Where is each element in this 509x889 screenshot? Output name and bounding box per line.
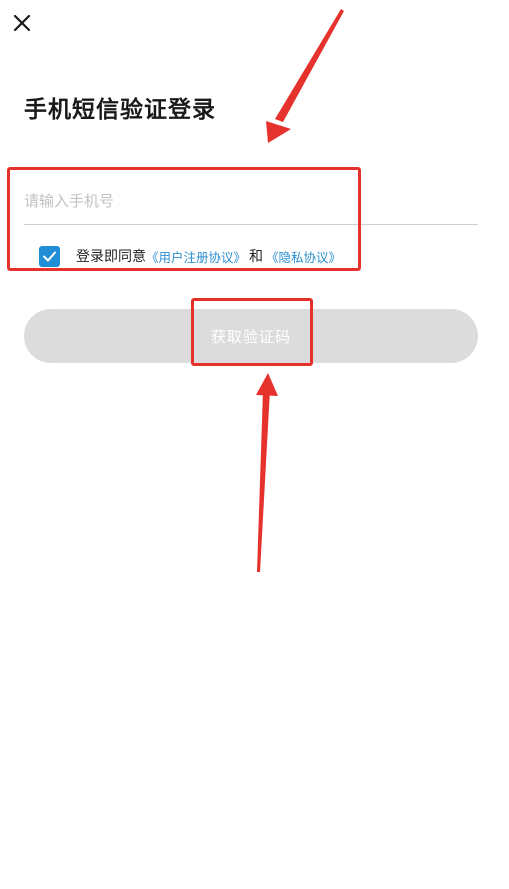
privacy-agreement-link[interactable]: 《隐私协议》 — [266, 247, 341, 266]
annotation-arrow-bottom — [257, 390, 270, 572]
page-title: 手机短信验证登录 — [24, 97, 216, 123]
input-underline — [24, 224, 478, 225]
agreement-prefix: 登录即同意 — [76, 249, 146, 265]
checkmark-icon — [43, 251, 56, 261]
phone-input[interactable] — [24, 186, 476, 216]
get-code-button[interactable]: 获取验证码 — [24, 309, 478, 363]
agreement-checkbox[interactable] — [39, 245, 60, 267]
annotation-arrow-top — [275, 9, 344, 122]
close-icon — [13, 14, 31, 32]
agreement-conjunction: 和 — [249, 249, 264, 265]
get-code-label: 获取验证码 — [210, 327, 291, 346]
annotation-arrows — [256, 9, 344, 572]
annotation-arrowhead-top — [266, 121, 291, 143]
agreement-row: 登录即同意 《用户注册协议》 和 《隐私协议》 — [39, 245, 341, 267]
close-button[interactable] — [10, 11, 34, 35]
user-agreement-link[interactable]: 《用户注册协议》 — [146, 247, 246, 266]
annotation-arrowhead-bottom — [256, 373, 278, 396]
